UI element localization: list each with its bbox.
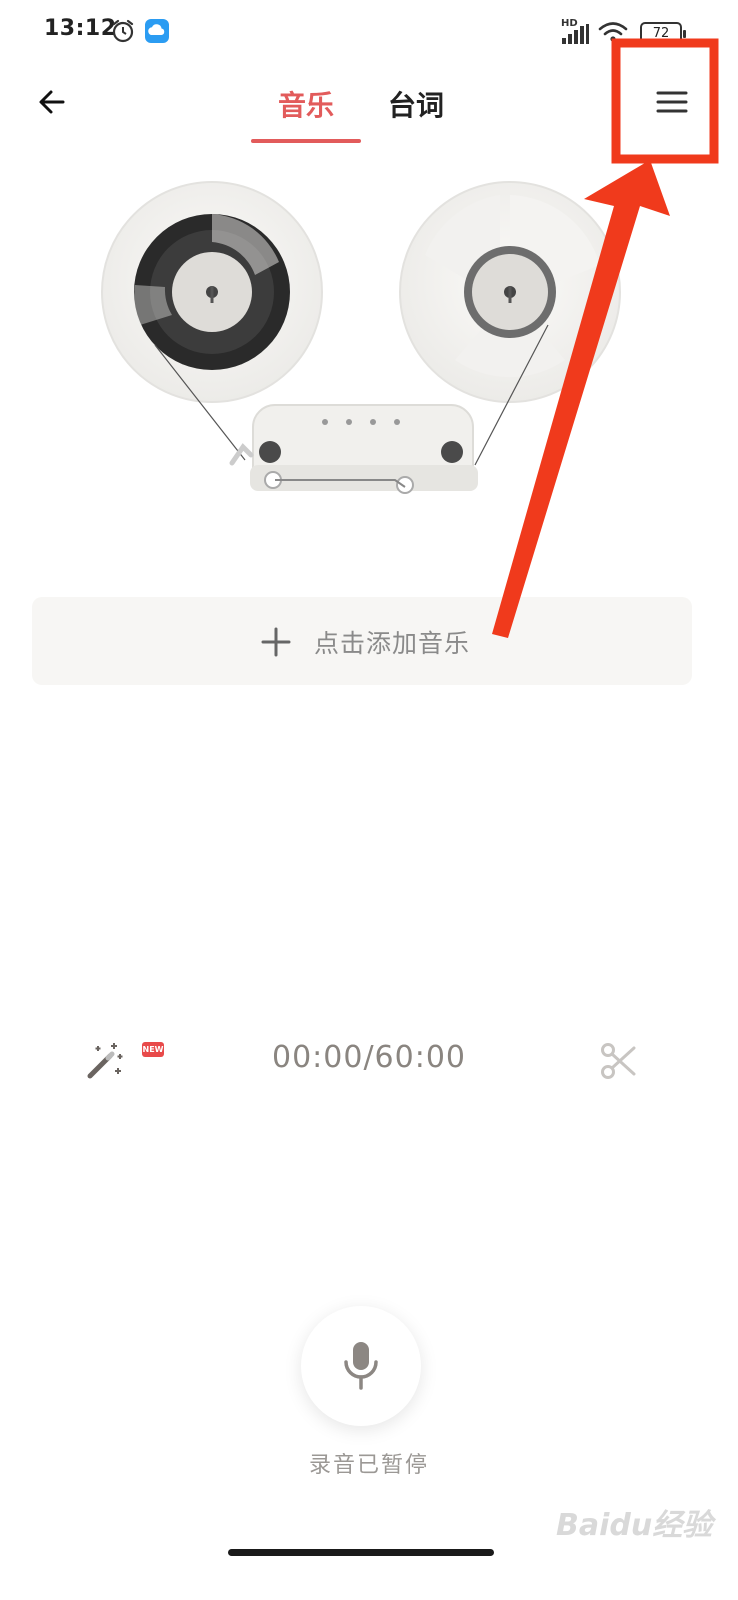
watermark-logo: Baidu经验 — [556, 1508, 713, 1543]
annotation-arrow-overlay — [492, 38, 719, 638]
home-indicator[interactable] — [228, 1549, 494, 1556]
